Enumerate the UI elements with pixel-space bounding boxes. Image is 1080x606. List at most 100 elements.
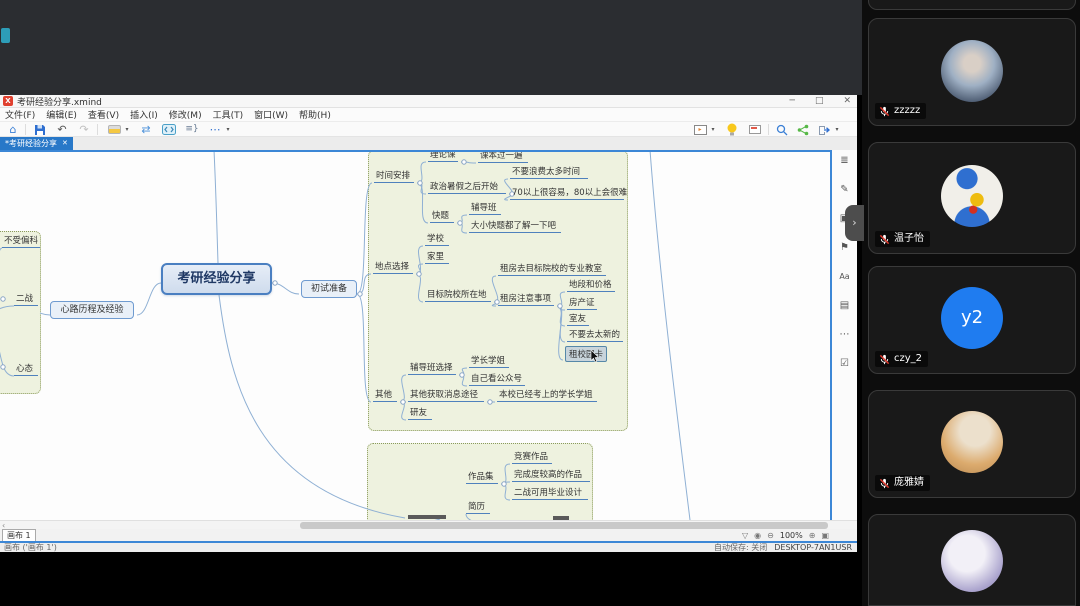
menu-item-0[interactable]: 文件(F) [5, 108, 35, 121]
zoom-in-icon[interactable]: ⊕ [809, 531, 816, 540]
mindmap-node-jingsai[interactable]: 竞赛作品 [512, 452, 552, 464]
participant-tile[interactable]: 温子怡 [868, 142, 1076, 254]
brush-icon[interactable]: ✎ [832, 179, 857, 201]
mindmap-node-wancheng[interactable]: 完成度较高的作品 [512, 470, 590, 482]
document-tab[interactable]: *考研经验分享 ✕ [0, 137, 73, 150]
export-caret-icon[interactable]: ▾ [835, 126, 838, 133]
mindmap-node-xinlu[interactable]: 心路历程及经验 [50, 301, 134, 319]
mindmap-node-zhuyi[interactable]: 租房注意事项 [498, 294, 554, 306]
mindmap-node-zufang[interactable]: 租房去目标院校的专业教室 [498, 264, 606, 276]
mindmap-node-zuka[interactable]: 租校园卡 [565, 346, 608, 362]
maximize-button[interactable]: □ [815, 95, 824, 108]
task-icon[interactable]: ☑ [832, 353, 857, 375]
mindmap-node-daxiao[interactable]: 大小快题都了解一下吧 [469, 221, 561, 233]
menu-item-7[interactable]: 帮助(H) [299, 108, 331, 121]
fit-window-icon[interactable]: ▣ [821, 531, 829, 540]
participant-tile[interactable]: zzzzz [868, 18, 1076, 126]
structure-icon[interactable]: ≣ [832, 150, 857, 172]
mindmap-node-langfei[interactable]: 不要浪费太多时间 [510, 167, 588, 179]
close-button[interactable]: ✕ [843, 95, 851, 108]
mindmap-node-lilunke[interactable]: 理论课 [428, 152, 458, 162]
outline-brace-icon[interactable]: ≡} [185, 122, 198, 137]
mindmap-node-zuopinji[interactable]: 作品集 [466, 472, 498, 484]
mindmap-node-jianli[interactable]: 简历 [466, 502, 490, 514]
mindmap-node-yanyou[interactable]: 研友 [408, 408, 432, 420]
idea-button[interactable] [724, 122, 740, 137]
minimize-button[interactable]: ─ [790, 95, 795, 108]
present-caret-icon[interactable]: ▾ [711, 126, 714, 133]
panel-expand-handle[interactable]: › [845, 205, 864, 241]
save-button[interactable] [32, 122, 48, 137]
participant-name-badge: czy_2 [875, 351, 929, 367]
mindmap-node-zhengzhi[interactable]: 政治暑假之后开始 [428, 182, 506, 194]
horizontal-scrollbar[interactable]: ‹ [0, 520, 857, 530]
more-caret-icon[interactable]: ▾ [226, 126, 229, 133]
mindmap-node-benxiao[interactable]: 本校已经考上的学长学姐 [497, 390, 597, 402]
filter-icon[interactable]: ▽ [742, 531, 748, 540]
comment-icon[interactable]: ⋯ [832, 324, 857, 346]
mindmap-node-xuezhang[interactable]: 学长学姐 [469, 356, 509, 368]
document-tab-label: *考研经验分享 [5, 139, 57, 148]
mindmap-node-shiyou[interactable]: 室友 [567, 314, 589, 326]
mindmap-node-huoqu[interactable]: 其他获取消息途径 [408, 390, 484, 402]
avatar-initials: y2 [960, 307, 984, 328]
participant-tile[interactable]: y2 czy_2 [868, 266, 1076, 374]
relationship-icon[interactable]: ⇄ [141, 122, 150, 137]
mindmap-node-buxin[interactable]: 不要去太新的 [567, 330, 623, 342]
mindmap-node-root[interactable]: 考研经验分享 [161, 263, 272, 295]
mindmap-node-xuexiao[interactable]: 学校 [425, 234, 449, 246]
redo-icon[interactable]: ↷ [79, 122, 88, 137]
mindmap-node-keben[interactable]: 课本过一遍 [478, 152, 528, 163]
autosave-status: 自动保存: 关闭 [713, 543, 768, 552]
mindmap-node-fudaoxuan[interactable]: 辅导班选择 [408, 363, 456, 375]
home-icon[interactable]: ⌂ [10, 122, 17, 137]
mindmap-node-bupian[interactable]: 不受偏科 [2, 236, 40, 248]
mindmap-node-fenshu[interactable]: 70以上很容易，80以上会很难 [510, 188, 627, 200]
avatar: y2 [941, 287, 1003, 349]
menu-item-2[interactable]: 查看(V) [88, 108, 119, 121]
outline-icon[interactable]: ▤ [832, 295, 857, 317]
mindmap-node-xintai[interactable]: 心态 [14, 364, 38, 376]
mindmap-node-shijian[interactable]: 时间安排 [374, 171, 414, 183]
present-button[interactable]: ▸ [692, 122, 708, 137]
mindmap-node-gzh[interactable]: 自己看公众号 [469, 374, 525, 386]
scrollbar-thumb[interactable] [300, 522, 828, 529]
mindmap-node-chushi[interactable]: 初试准备 [301, 280, 357, 298]
font-icon[interactable]: Aa [832, 266, 857, 288]
menu-item-1[interactable]: 编辑(E) [46, 108, 77, 121]
mindmap-node-dijia[interactable]: 地段和价格 [567, 280, 615, 292]
marker-caret-icon[interactable]: ▾ [125, 126, 128, 133]
menu-item-4[interactable]: 修改(M) [169, 108, 202, 121]
mindmap-node-didian[interactable]: 地点选择 [373, 262, 413, 274]
mindmap-node-erzhan[interactable]: 二战 [14, 294, 38, 306]
sheet-tab[interactable]: 画布 1 [2, 529, 36, 541]
mindmap-node-mubiao[interactable]: 目标院校所在地 [425, 290, 491, 302]
participant-tile[interactable]: 庞雅婧 [868, 390, 1076, 498]
panel-button[interactable] [747, 122, 763, 137]
zoom-out-icon[interactable]: ⊖ [767, 531, 774, 540]
menu-item-5[interactable]: 工具(T) [213, 108, 244, 121]
search-button[interactable] [774, 122, 790, 137]
eye-icon[interactable]: ◉ [754, 531, 761, 540]
more-icon[interactable]: ⋯ [210, 122, 221, 137]
mindmap-node-fudaoban[interactable]: 辅导班 [469, 203, 501, 215]
menu-item-3[interactable]: 插入(I) [130, 108, 158, 121]
screen: X 考研经验分享.xmind ─ □ ✕ 文件(F) 编辑(E) 查看(V) 插入(I… [0, 0, 1080, 606]
participant-tile[interactable] [868, 514, 1076, 606]
mindmap-node-qita[interactable]: 其他 [373, 390, 397, 402]
share-icon [797, 124, 809, 135]
participants-panel: zzzzz 温子怡 y2 czy_2 庞雅婧 [862, 0, 1080, 606]
mindmap-node-bishe[interactable]: 二战可用毕业设计 [512, 488, 588, 500]
mindmap-node-jiali[interactable]: 家里 [425, 252, 449, 264]
mindmap-canvas[interactable]: 考研经验分享心路历程及经验 初试准备 不受偏科二战心态 时间安排 理论课 课本过一遍政治暑… [0, 150, 832, 520]
mindmap-node-fangchan[interactable]: 房产证 [567, 298, 597, 310]
summary-button[interactable] [160, 122, 178, 137]
export-button[interactable] [816, 122, 832, 137]
share-button[interactable] [795, 122, 811, 137]
menu-item-6[interactable]: 窗口(W) [254, 108, 288, 121]
avatar [941, 530, 1003, 592]
undo-icon[interactable]: ↶ [57, 122, 66, 137]
tab-close-icon[interactable]: ✕ [62, 137, 68, 150]
mindmap-node-kuaiti[interactable]: 快题 [430, 211, 454, 223]
marker-button[interactable] [106, 122, 122, 137]
